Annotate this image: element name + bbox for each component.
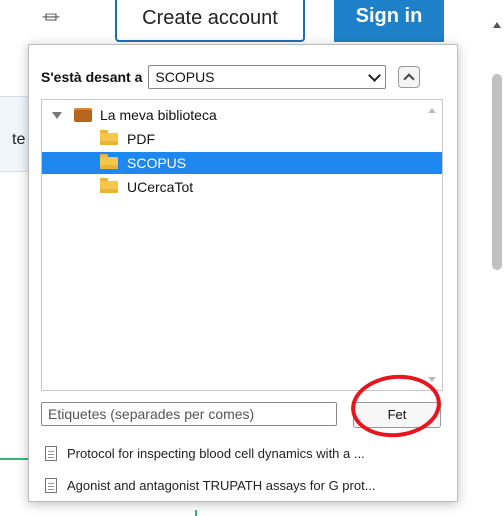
save-target-row: S'està desant a SCOPUS bbox=[41, 65, 421, 89]
item-title: Protocol for inspecting blood cell dynam… bbox=[67, 445, 365, 461]
background-tab[interactable]: te bbox=[0, 96, 30, 172]
sign-in-button[interactable]: Sign in bbox=[334, 0, 444, 42]
library-icon bbox=[74, 108, 92, 122]
institution-icon: ⏛ bbox=[42, 8, 60, 28]
folder-icon bbox=[100, 130, 118, 145]
background-green-line-vertical bbox=[195, 510, 197, 516]
page-scroll-up-arrow[interactable] bbox=[493, 22, 501, 28]
document-icon bbox=[45, 445, 57, 461]
create-account-button[interactable]: Create account bbox=[115, 0, 305, 42]
document-icon bbox=[45, 477, 57, 493]
tree-item-label: La meva biblioteca bbox=[100, 107, 217, 123]
save-to-panel: S'està desant a SCOPUS La meva bibliotec… bbox=[28, 44, 458, 502]
folder-icon bbox=[100, 178, 118, 193]
tree-item-label: PDF bbox=[127, 131, 155, 147]
chevron-down-icon bbox=[368, 68, 382, 82]
collection-select[interactable]: SCOPUS bbox=[148, 65, 387, 89]
collection-select-value: SCOPUS bbox=[155, 69, 215, 85]
page-scrollbar-thumb[interactable] bbox=[492, 74, 502, 270]
tree-scroll-down-arrow[interactable] bbox=[428, 377, 436, 382]
tree-item-scopus[interactable]: SCOPUS bbox=[42, 152, 442, 174]
tags-input[interactable] bbox=[41, 402, 337, 426]
item-title: Agonist and antagonist TRUPATH assays fo… bbox=[67, 477, 376, 493]
tree-item-label: UCercaTot bbox=[127, 179, 194, 195]
list-item: Protocol for inspecting blood cell dynam… bbox=[45, 442, 455, 464]
collapse-tree-button[interactable] bbox=[398, 66, 421, 88]
list-item: Agonist and antagonist TRUPATH assays fo… bbox=[45, 474, 455, 496]
tree-item-label: SCOPUS bbox=[127, 155, 187, 171]
folder-icon bbox=[100, 154, 118, 169]
tree-item-ucercatot[interactable]: UCercaTot bbox=[42, 176, 442, 198]
tree-item-pdf[interactable]: PDF bbox=[42, 128, 442, 150]
background-green-line bbox=[0, 458, 30, 460]
collection-tree[interactable]: La meva biblioteca PDF SCOPUS UCercaTot bbox=[41, 99, 443, 391]
save-to-label: S'està desant a bbox=[41, 69, 143, 85]
tree-scroll-up-arrow[interactable] bbox=[428, 108, 436, 113]
expand-triangle-icon[interactable] bbox=[52, 111, 62, 119]
chevron-up-icon bbox=[403, 72, 416, 85]
tree-item-library[interactable]: La meva biblioteca bbox=[42, 104, 436, 126]
